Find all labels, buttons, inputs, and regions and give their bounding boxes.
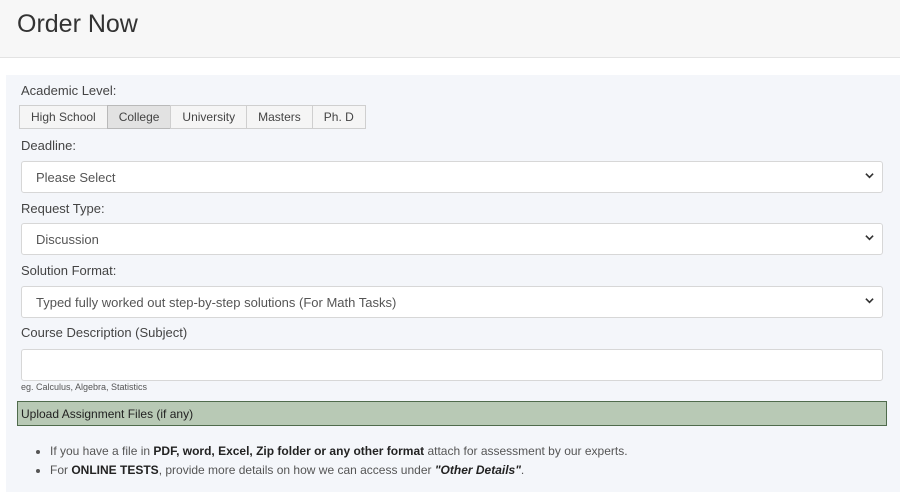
- solution-format-label: Solution Format:: [21, 263, 117, 278]
- level-college-button[interactable]: College: [106, 105, 172, 129]
- course-description-input[interactable]: [21, 349, 883, 381]
- upload-files-section[interactable]: Upload Assignment Files (if any): [17, 401, 887, 426]
- level-high-school-button[interactable]: High School: [19, 105, 108, 129]
- chevron-down-icon: [865, 298, 874, 304]
- upload-notes: If you have a file in PDF, word, Excel, …: [32, 442, 628, 480]
- note-file-formats: If you have a file in PDF, word, Excel, …: [50, 442, 628, 461]
- deadline-value: Please Select: [36, 169, 116, 185]
- solution-format-value: Typed fully worked out step-by-step solu…: [36, 294, 397, 310]
- deadline-label: Deadline:: [21, 138, 76, 153]
- academic-level-label: Academic Level:: [21, 83, 117, 98]
- course-description-hint: eg. Calculus, Algebra, Statistics: [21, 382, 148, 392]
- solution-format-select[interactable]: Typed fully worked out step-by-step solu…: [21, 286, 883, 318]
- level-university-button[interactable]: University: [170, 105, 248, 129]
- note-online-tests: For ONLINE TESTS, provide more details o…: [50, 461, 628, 480]
- request-type-select[interactable]: Discussion: [21, 223, 883, 255]
- chevron-down-icon: [865, 235, 874, 241]
- chevron-down-icon: [865, 173, 874, 179]
- request-type-label: Request Type:: [21, 201, 105, 216]
- deadline-select[interactable]: Please Select: [21, 161, 883, 193]
- academic-level-group: High School College University Masters P…: [19, 105, 366, 129]
- level-phd-button[interactable]: Ph. D: [311, 105, 366, 129]
- request-type-value: Discussion: [36, 231, 99, 247]
- course-description-label: Course Description (Subject): [21, 325, 188, 340]
- page-title: Order Now: [17, 10, 138, 38]
- page-header: Order Now: [0, 0, 900, 58]
- level-masters-button[interactable]: Masters: [246, 105, 313, 129]
- order-form: Academic Level: High School College Univ…: [6, 75, 900, 492]
